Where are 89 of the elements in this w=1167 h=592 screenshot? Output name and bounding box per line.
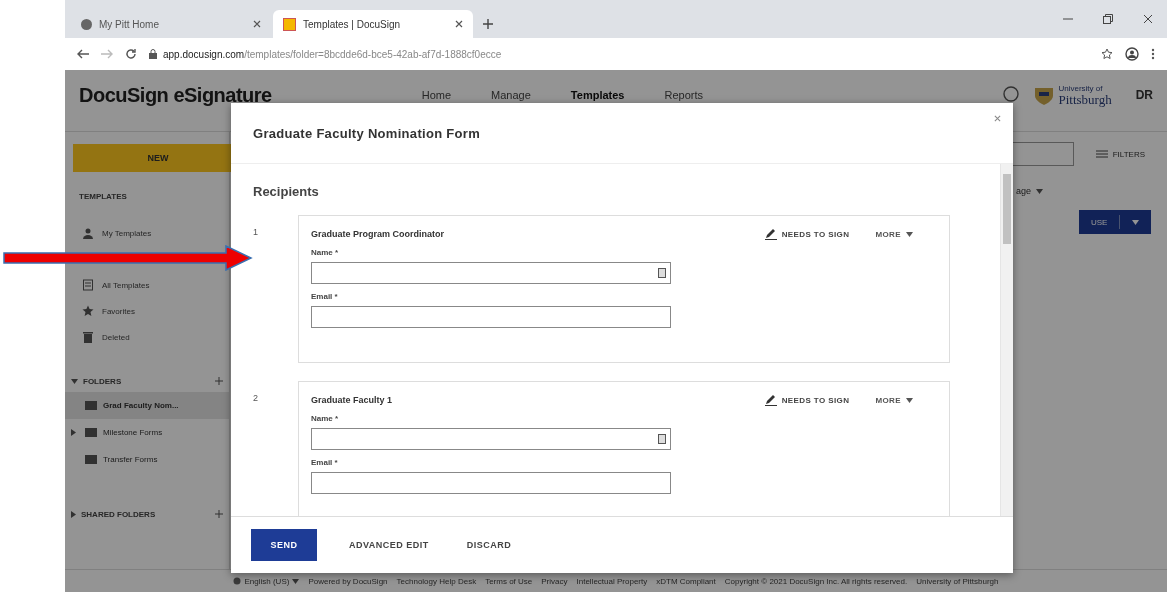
folder-icon xyxy=(85,428,97,437)
more-dropdown[interactable]: MORE xyxy=(875,229,913,239)
globe-icon xyxy=(233,577,242,585)
more-dropdown[interactable]: MORE xyxy=(875,395,913,405)
contact-card-icon[interactable] xyxy=(658,434,666,444)
close-icon[interactable] xyxy=(253,20,261,28)
sidebar-item[interactable]: My Templates xyxy=(65,220,229,246)
footer-link[interactable]: Powered by DocuSign xyxy=(308,576,388,586)
footer-link[interactable]: Privacy xyxy=(541,576,568,586)
folder-item[interactable]: Transfer Forms xyxy=(65,446,229,473)
trash-icon xyxy=(82,331,94,343)
footer-link[interactable]: Technology Help Desk xyxy=(396,576,477,586)
user-initials[interactable]: DR xyxy=(1135,84,1153,102)
footer-link[interactable]: Intellectual Property xyxy=(576,576,648,586)
caret-icon[interactable] xyxy=(1132,219,1140,225)
name-field[interactable] xyxy=(311,262,671,284)
globe-icon xyxy=(81,18,92,30)
text-button[interactable]: ADVANCED EDIT xyxy=(343,539,435,551)
email-field[interactable] xyxy=(311,472,671,494)
recipient-number: 1 xyxy=(253,226,259,239)
add-icon[interactable] xyxy=(483,19,493,29)
caret-icon[interactable] xyxy=(71,510,76,518)
restore-icon[interactable] xyxy=(1103,14,1113,24)
text-button[interactable]: DISCARD xyxy=(460,539,518,551)
folder-icon xyxy=(85,401,97,410)
star-icon xyxy=(82,305,94,317)
use-button[interactable]: USE xyxy=(1079,210,1151,234)
caret-icon[interactable] xyxy=(1036,188,1044,194)
caret-icon[interactable] xyxy=(292,578,300,584)
recipient-role: Graduate Faculty 1 xyxy=(311,395,394,405)
document-icon xyxy=(82,279,94,291)
back-icon[interactable] xyxy=(77,49,89,59)
add-icon[interactable] xyxy=(215,510,223,518)
scrollbar[interactable] xyxy=(1000,164,1013,516)
footer-link[interactable]: xDTM Compliant xyxy=(656,576,716,586)
pen-icon xyxy=(764,228,777,240)
recipient-number: 2 xyxy=(253,392,259,405)
site-icon xyxy=(283,17,296,31)
contact-card-icon[interactable] xyxy=(658,268,666,278)
close-icon[interactable] xyxy=(994,115,1001,122)
menu-icon[interactable] xyxy=(1151,48,1155,60)
field-label: Email * xyxy=(311,458,339,467)
university-logo: University of Pittsburgh xyxy=(1033,84,1112,106)
account-icon[interactable] xyxy=(1125,47,1139,61)
filter-icon xyxy=(1095,149,1108,159)
sidebar-item[interactable]: All Templates xyxy=(65,272,229,298)
section-title: Recipients xyxy=(253,184,320,199)
folder-item[interactable]: Milestone Forms xyxy=(65,419,229,446)
caret-icon[interactable] xyxy=(71,378,78,384)
caret-icon[interactable] xyxy=(906,231,913,237)
app-logo: DocuSign eSignature xyxy=(79,84,272,107)
reload-icon[interactable] xyxy=(125,48,137,60)
section-heading: FOLDERS xyxy=(83,376,123,386)
footer-link[interactable]: Copyright © 2021 DocuSign Inc. All rights reserved. xyxy=(724,576,908,586)
action-dropdown[interactable]: NEEDS TO SIGN xyxy=(764,228,850,240)
pen-icon xyxy=(764,394,777,406)
close-icon[interactable] xyxy=(455,20,463,28)
filters-button[interactable]: FILTERS xyxy=(1089,148,1151,160)
nav-tab[interactable]: Reports xyxy=(664,89,703,101)
field-label: Name * xyxy=(311,248,340,257)
field-label: Name * xyxy=(311,414,340,423)
sidebar-item[interactable]: Favorites xyxy=(65,298,229,324)
section-heading: SHARED FOLDERS xyxy=(81,509,157,519)
field-label: Email * xyxy=(311,292,339,301)
send-button[interactable]: SEND xyxy=(251,529,317,561)
action-dropdown[interactable]: NEEDS TO SIGN xyxy=(764,394,850,406)
star-icon[interactable] xyxy=(1101,48,1113,60)
column-header[interactable]: age xyxy=(1016,186,1044,196)
close-icon[interactable] xyxy=(1143,14,1153,24)
caret-icon[interactable] xyxy=(906,397,913,403)
footer-link[interactable]: Terms of Use xyxy=(485,576,533,586)
browser-tab[interactable]: Templates | DocuSign xyxy=(273,10,473,38)
sidebar-item[interactable]: Deleted xyxy=(65,324,229,350)
nav-tab[interactable]: Home xyxy=(421,89,452,101)
person-icon xyxy=(82,227,94,239)
nav-tab[interactable]: Templates xyxy=(570,89,625,101)
folder-item[interactable]: Grad Faculty Nom... xyxy=(65,392,229,419)
browser-tab[interactable]: My Pitt Home xyxy=(71,10,271,38)
language-selector[interactable]: English (US) xyxy=(233,576,300,586)
folder-icon xyxy=(85,455,97,464)
recipient-role: Graduate Program Coordinator xyxy=(311,229,446,239)
name-field[interactable] xyxy=(311,428,671,450)
section-heading: TEMPLATES xyxy=(79,192,128,201)
dialog-title: Graduate Faculty Nomination Form xyxy=(253,125,480,141)
footer-link[interactable]: University of Pittsburgh xyxy=(916,576,999,586)
caret-icon[interactable] xyxy=(71,429,76,436)
email-field[interactable] xyxy=(311,306,671,328)
nav-tab[interactable]: Manage xyxy=(491,89,531,101)
add-icon[interactable] xyxy=(215,377,223,385)
